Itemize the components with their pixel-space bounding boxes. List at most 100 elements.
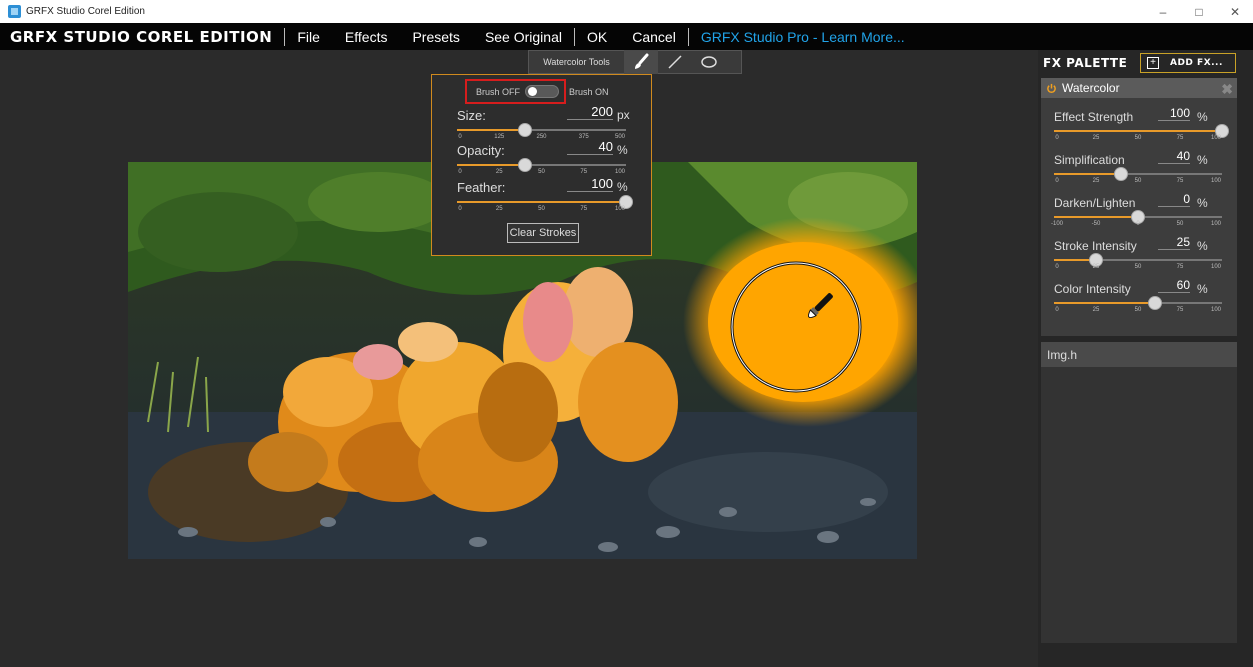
slider-tick-label: 0 bbox=[458, 134, 462, 140]
slider-tick-label: 25 bbox=[495, 206, 503, 212]
slider-tick-label: 25 bbox=[1092, 178, 1100, 184]
effect-card-watercolor: Watercolor ✖ Effect Strength 100 % 0 25 50… bbox=[1041, 78, 1237, 336]
slider-tick-label: 25 bbox=[1092, 307, 1100, 313]
power-icon[interactable] bbox=[1046, 83, 1057, 94]
slider-tick-label: 50 bbox=[538, 169, 545, 175]
fx-palette-panel: FX PALETTE + ADD FX... Watercolor ✖ Effe… bbox=[1038, 50, 1253, 667]
stroke-intensity-slider[interactable]: Stroke Intensity 25 % 0 25 50 75 100 bbox=[1054, 235, 1222, 275]
slider-tick-label: 0 bbox=[1055, 135, 1059, 141]
slider-tick-label: 0 bbox=[1136, 221, 1140, 227]
slider-value-input[interactable]: 0 bbox=[1158, 192, 1190, 207]
slider-value-input[interactable]: 100 bbox=[1158, 106, 1190, 121]
brand-logo: GRFX STUDIO COREL EDITION bbox=[10, 27, 273, 46]
slider-label: Stroke Intensity bbox=[1054, 239, 1137, 253]
slider-label: Darken/Lighten bbox=[1054, 196, 1136, 210]
slider-tick-label: 125 bbox=[494, 134, 505, 140]
slider-label: Simplification bbox=[1054, 153, 1125, 167]
slider-fill bbox=[1054, 216, 1138, 218]
slider-tick-label: 500 bbox=[614, 134, 626, 140]
slider-tick-label: 0 bbox=[1055, 307, 1059, 313]
slider-tick-label: 100 bbox=[1210, 178, 1222, 184]
menu-presets[interactable]: Presets bbox=[412, 29, 459, 45]
menu-see-original[interactable]: See Original bbox=[485, 29, 562, 45]
slider-tick-label: 75 bbox=[1176, 307, 1184, 313]
slider-tick-label: 50 bbox=[1134, 135, 1142, 141]
slider-tick-label: 100 bbox=[1210, 307, 1222, 313]
promo-link[interactable]: GRFX Studio Pro - Learn More... bbox=[701, 29, 905, 45]
color-intensity-slider[interactable]: Color Intensity 60 % 0 25 50 75 100 bbox=[1054, 278, 1222, 318]
ok-button[interactable]: OK bbox=[587, 29, 607, 45]
maximize-button[interactable]: □ bbox=[1181, 0, 1217, 23]
slider-label: Size: bbox=[457, 108, 486, 123]
app-window: GRFX Studio Corel Edition – □ ✕ GRFX STU… bbox=[0, 0, 1253, 667]
slider-value-input[interactable]: 40 bbox=[1158, 149, 1190, 164]
add-fx-button[interactable]: + ADD FX... bbox=[1140, 53, 1236, 73]
ellipse-tool-button[interactable] bbox=[692, 50, 726, 74]
slider-ticks: 0 25 50 75 100 bbox=[1054, 264, 1222, 272]
slider-tick-label: 25 bbox=[1092, 135, 1100, 141]
slider-tick-label: 25 bbox=[1092, 264, 1100, 270]
line-tool-button[interactable] bbox=[658, 50, 692, 74]
slider-value-input[interactable]: 200 bbox=[567, 104, 613, 120]
slider-fill bbox=[457, 201, 626, 203]
preset-row[interactable]: Img.h bbox=[1041, 342, 1237, 367]
menu-separator bbox=[573, 27, 575, 46]
watercolor-toolstrip: Watercolor Tools bbox=[528, 50, 742, 74]
menu-effects[interactable]: Effects bbox=[345, 29, 388, 45]
ellipse-icon bbox=[701, 56, 717, 68]
close-button[interactable]: ✕ bbox=[1217, 0, 1253, 23]
darken-lighten-slider[interactable]: Darken/Lighten 0 % -100 -50 0 50 100 bbox=[1051, 192, 1222, 232]
slider-fill bbox=[1054, 173, 1122, 175]
slider-value-input[interactable]: 25 bbox=[1158, 235, 1190, 250]
slider-tick-label: 50 bbox=[1134, 264, 1142, 270]
brush-toggle-switch[interactable] bbox=[525, 85, 559, 98]
minimize-button[interactable]: – bbox=[1145, 0, 1181, 23]
menu-bar: GRFX STUDIO COREL EDITION File Effects P… bbox=[0, 23, 1253, 50]
slider-ticks: -100 -50 0 50 100 bbox=[1051, 221, 1222, 229]
slider-unit: % bbox=[1197, 196, 1208, 210]
cancel-button[interactable]: Cancel bbox=[632, 29, 676, 45]
slider-tick-label: 100 bbox=[1210, 264, 1222, 270]
slider-ticks: 0 25 50 75 100 bbox=[1054, 178, 1222, 186]
slider-value-input[interactable]: 100 bbox=[567, 176, 613, 192]
title-bar: GRFX Studio Corel Edition – □ ✕ bbox=[0, 0, 1253, 23]
window-controls: – □ ✕ bbox=[1145, 0, 1253, 23]
slider-value-input[interactable]: 60 bbox=[1158, 278, 1190, 293]
slider-label: Effect Strength bbox=[1054, 110, 1134, 124]
slider-tick-label: -50 bbox=[1091, 221, 1101, 227]
slider-ticks: 0 25 50 75 100 bbox=[1054, 307, 1222, 315]
preset-name: Img.h bbox=[1047, 347, 1078, 362]
slider-unit: px bbox=[617, 108, 630, 122]
slider-tick-label: 25 bbox=[495, 169, 503, 175]
fx-palette-header: FX PALETTE + ADD FX... bbox=[1038, 50, 1253, 76]
switch-knob bbox=[528, 87, 537, 96]
effect-header[interactable]: Watercolor ✖ bbox=[1041, 78, 1237, 98]
slider-ticks: 0 25 50 75 100 bbox=[1054, 135, 1222, 143]
slider-tick-label: 0 bbox=[1055, 264, 1059, 270]
slider-value-input[interactable]: 40 bbox=[567, 139, 613, 155]
menu-separator bbox=[687, 27, 689, 46]
opacity-slider[interactable]: Opacity: 40 % 0 25 50 75 100 bbox=[457, 139, 628, 179]
menu-separator bbox=[284, 27, 286, 46]
slider-tick-label: 75 bbox=[580, 169, 588, 175]
slider-label: Color Intensity bbox=[1054, 282, 1131, 296]
slider-tick-label: 75 bbox=[1176, 135, 1184, 141]
effect-name: Watercolor bbox=[1062, 81, 1120, 95]
remove-effect-icon[interactable]: ✖ bbox=[1221, 81, 1233, 98]
simplification-slider[interactable]: Simplification 40 % 0 25 50 75 100 bbox=[1054, 149, 1222, 189]
slider-tick-label: 75 bbox=[1176, 178, 1184, 184]
slider-tick-label: 100 bbox=[614, 206, 626, 212]
brush-icon bbox=[635, 53, 649, 69]
line-icon bbox=[668, 55, 682, 69]
add-fx-label: ADD FX... bbox=[1170, 58, 1223, 68]
clear-strokes-button[interactable]: Clear Strokes bbox=[507, 223, 579, 243]
watercolor-tools-popup: Brush OFF Brush ON Size: 200 px 0 125 250 3… bbox=[431, 74, 652, 256]
effect-strength-slider[interactable]: Effect Strength 100 % 0 25 50 75 100 bbox=[1054, 106, 1229, 146]
slider-tick-label: 50 bbox=[1176, 221, 1184, 227]
slider-tick-label: 0 bbox=[458, 169, 462, 175]
menu-file[interactable]: File bbox=[297, 29, 320, 45]
brush-tool-button[interactable] bbox=[624, 50, 658, 74]
app-icon bbox=[8, 5, 21, 18]
feather-slider[interactable]: Feather: 100 % 0 25 50 75 100 bbox=[457, 176, 633, 216]
preset-area bbox=[1041, 367, 1237, 643]
